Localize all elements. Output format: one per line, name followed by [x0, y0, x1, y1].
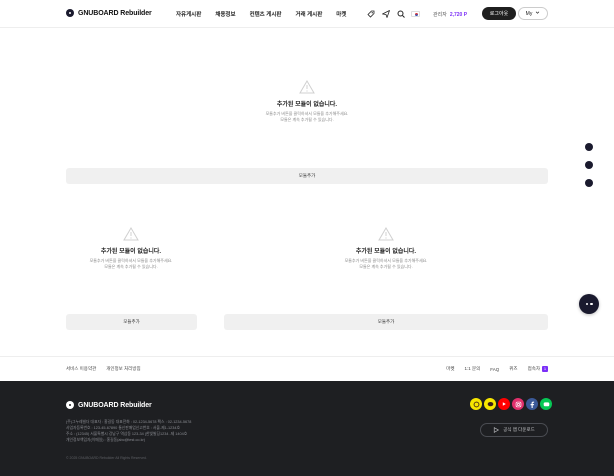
empty-module-desc: 모듈추가 버튼을 클릭하셔서 모듈을 추가해주세요. 모듈은 계속 추가될 수 …	[207, 111, 407, 122]
chat-dot-icon	[590, 302, 593, 306]
cube-icon[interactable]	[585, 161, 593, 169]
footer-policy-links: 서비스 이용약관 개인정보 처리방침	[66, 366, 141, 372]
empty-module-desc: 모듈추가 버튼을 클릭하셔서 모듈을 추가해주세요. 모듈은 계속 추가될 수 …	[31, 258, 231, 269]
points-value: 2,720 P	[449, 12, 468, 18]
empty-module-title: 추가된 모듈이 없습니다.	[100, 249, 162, 255]
add-module-button[interactable]: 모듈추가	[66, 168, 548, 184]
nav-item-trade-board[interactable]: 거래 게시판	[295, 10, 322, 18]
header-icons	[366, 9, 420, 18]
my-menu-button[interactable]: My	[518, 7, 548, 20]
chevron-down-icon	[535, 10, 540, 17]
visitor-count-badge: 1	[542, 366, 548, 372]
add-module-button[interactable]: 모듈추가	[66, 314, 197, 330]
company-info-line: 개인정보책임자(이메일) : 홍길동(abc@test.co.kr)	[66, 438, 146, 442]
nav-item-content-board[interactable]: 컨텐츠 게시판	[250, 10, 282, 18]
company-info: (주)그누레빌더 대표자 : 홍길동 대표전화 : 02-1234-5678 팩…	[66, 419, 191, 443]
footer-links-bar: 서비스 이용약관 개인정보 처리방침 마켓 1:1 문의 FAQ 퀴즈 접속자 1	[0, 356, 614, 380]
palette-icon[interactable]	[585, 179, 593, 187]
footer-logo-text: GNUBOARD Rebuilder	[78, 401, 152, 409]
inquiry-link[interactable]: 1:1 문의	[464, 366, 480, 372]
logout-button[interactable]: 로그아웃	[482, 7, 516, 20]
instagram-icon[interactable]	[512, 398, 524, 410]
warning-icon	[378, 227, 394, 241]
app-download-label: 공식 앱 다운로드	[503, 427, 535, 432]
line-icon[interactable]	[540, 398, 552, 410]
chat-dot-icon	[585, 302, 588, 306]
faq-link[interactable]: FAQ	[490, 367, 499, 372]
kakaotalk-icon[interactable]	[484, 398, 496, 410]
social-links	[470, 398, 552, 410]
empty-desc-line: 모듈은 계속 추가될 수 있습니다.	[104, 263, 158, 269]
korea-flag-icon[interactable]	[411, 9, 420, 18]
empty-module-notice: 추가된 모듈이 없습니다. 모듈추가 버튼을 클릭하셔서 모듈을 추가해주세요.…	[207, 80, 407, 122]
nav-item-market[interactable]: 마켓	[336, 10, 346, 18]
site-logo[interactable]: GNUBOARD Rebuilder	[66, 9, 152, 17]
terms-link[interactable]: 서비스 이용약관	[66, 366, 96, 372]
facebook-icon[interactable]	[526, 398, 538, 410]
nav-item-free-board[interactable]: 자유게시판	[176, 10, 201, 18]
logo-mark-icon	[66, 401, 74, 409]
empty-desc-line: 모듈은 계속 추가될 수 있습니다.	[280, 116, 334, 122]
chat-floating-button[interactable]	[579, 294, 599, 314]
copyright: © 2025 GNUBOARD Rebuilder All Rights Res…	[66, 456, 147, 460]
side-floating-menu	[585, 143, 593, 187]
empty-module-notice: 추가된 모듈이 없습니다. 모듈추가 버튼을 클릭하셔서 모듈을 추가해주세요.…	[31, 227, 231, 269]
play-store-icon	[493, 426, 500, 434]
footer-logo[interactable]: GNUBOARD Rebuilder	[66, 401, 152, 409]
send-icon[interactable]	[381, 9, 390, 18]
visitors-link[interactable]: 접속자 1	[528, 366, 548, 372]
main-nav: 자유게시판 채용정보 컨텐츠 게시판 거래 게시판 마켓	[176, 10, 360, 18]
warning-icon	[123, 227, 139, 241]
search-icon[interactable]	[396, 9, 405, 18]
empty-module-title: 추가된 모듈이 없습니다.	[276, 102, 338, 108]
privacy-link[interactable]: 개인정보 처리방침	[106, 366, 140, 372]
visitors-label: 접속자	[527, 366, 540, 371]
warning-icon	[299, 80, 315, 94]
empty-module-title: 추가된 모듈이 없습니다.	[355, 249, 417, 255]
footer-service-links: 마켓 1:1 문의 FAQ 퀴즈 접속자 1	[446, 366, 548, 372]
rocket-icon[interactable]	[366, 9, 375, 18]
logo-text: GNUBOARD Rebuilder	[78, 9, 152, 17]
app-download-button[interactable]: 공식 앱 다운로드	[480, 423, 548, 437]
quiz-link[interactable]: 퀴즈	[509, 366, 517, 372]
youtube-icon[interactable]	[498, 398, 510, 410]
kakao-channel-icon[interactable]	[470, 398, 482, 410]
site-header: GNUBOARD Rebuilder 자유게시판 채용정보 컨텐츠 게시판 거래…	[0, 0, 614, 28]
empty-module-notice: 추가된 모듈이 없습니다. 모듈추가 버튼을 클릭하셔서 모듈을 추가해주세요.…	[286, 227, 486, 269]
empty-module-desc: 모듈추가 버튼을 클릭하셔서 모듈을 추가해주세요. 모듈은 계속 추가될 수 …	[286, 258, 486, 269]
user-points: 관리자 2,720 P	[433, 11, 467, 18]
points-label: 관리자	[433, 12, 447, 18]
market-link[interactable]: 마켓	[446, 366, 454, 372]
empty-desc-line: 모듈은 계속 추가될 수 있습니다.	[359, 263, 413, 269]
add-module-button[interactable]: 모듈추가	[224, 314, 548, 330]
logo-mark-icon	[66, 9, 74, 17]
site-footer: GNUBOARD Rebuilder (주)그누레빌더 대표자 : 홍길동 대표…	[0, 381, 614, 476]
nav-item-jobs[interactable]: 채용정보	[215, 10, 235, 18]
my-label: My	[525, 10, 533, 17]
add-circle-icon[interactable]	[585, 143, 593, 151]
